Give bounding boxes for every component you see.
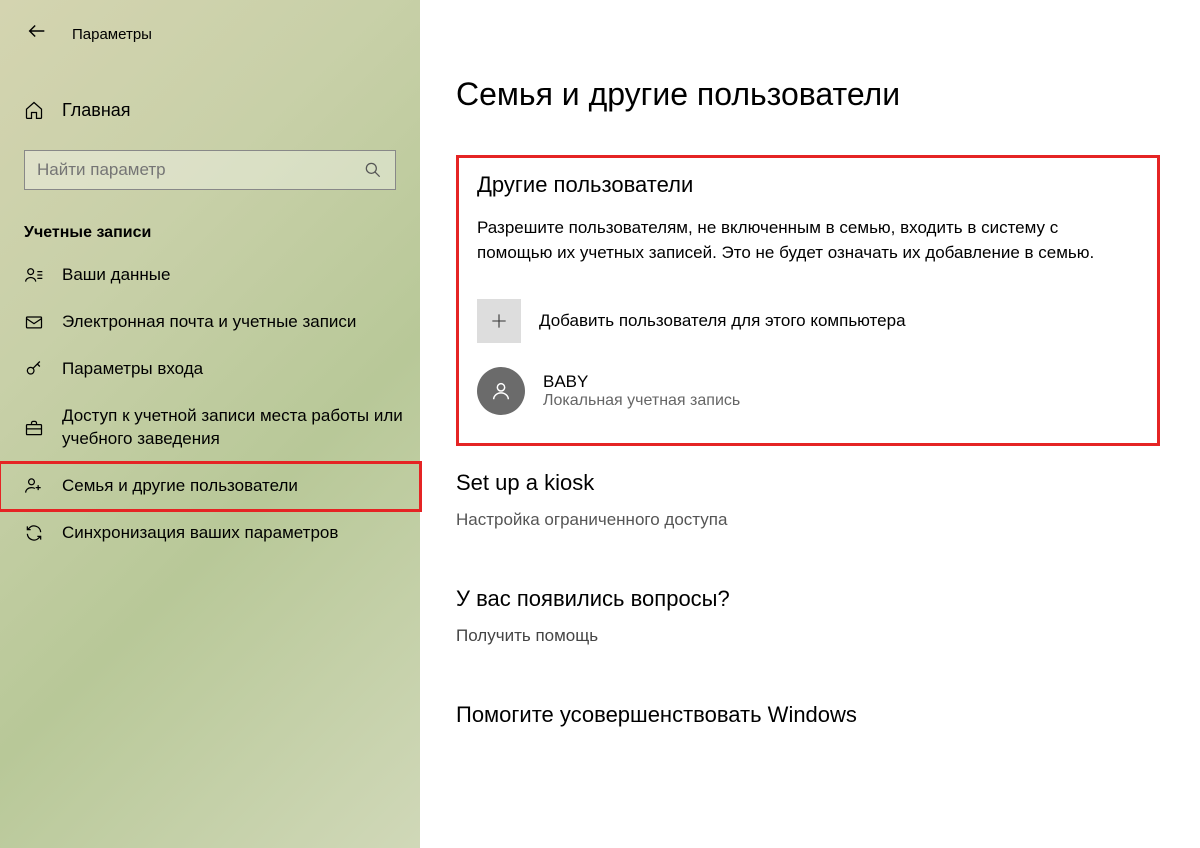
help-section: У вас появились вопросы? Получить помощь (456, 586, 1160, 646)
help-heading: У вас появились вопросы? (456, 586, 1160, 612)
other-users-heading: Другие пользователи (477, 172, 1139, 198)
titlebar: Параметры (0, 14, 420, 54)
sidebar-item-family[interactable]: Семья и другие пользователи (0, 463, 420, 510)
add-user-label: Добавить пользователя для этого компьюте… (539, 311, 906, 331)
page-title: Семья и другие пользователи (456, 76, 1160, 113)
nav-list: Ваши данные Электронная почта и учетные … (0, 252, 420, 557)
search-wrap (24, 150, 396, 190)
feedback-section: Помогите усовершенствовать Windows (456, 702, 1160, 728)
sidebar-item-label: Синхронизация ваших параметров (62, 522, 420, 545)
feedback-heading: Помогите усовершенствовать Windows (456, 702, 1160, 728)
mail-icon (24, 312, 44, 332)
sidebar-item-your-info[interactable]: Ваши данные (0, 252, 420, 299)
sidebar-item-label: Доступ к учетной записи места работы или… (62, 405, 420, 451)
search-icon (363, 160, 383, 180)
sidebar-item-label: Семья и другие пользователи (62, 475, 420, 498)
sidebar-item-work-access[interactable]: Доступ к учетной записи места работы или… (0, 393, 420, 463)
key-icon (24, 359, 44, 379)
sidebar-home[interactable]: Главная (0, 90, 420, 130)
kiosk-section: Set up a kiosk Настройка ограниченного д… (456, 470, 1160, 530)
add-user-button[interactable]: Добавить пользователя для этого компьюте… (477, 299, 1139, 343)
search-input[interactable] (37, 160, 363, 180)
sidebar-section-header: Учетные записи (0, 224, 420, 242)
avatar (477, 367, 525, 415)
sidebar-item-signin-options[interactable]: Параметры входа (0, 346, 420, 393)
app-title: Параметры (72, 26, 152, 43)
kiosk-sub: Настройка ограниченного доступа (456, 510, 1160, 530)
search-box[interactable] (24, 150, 396, 190)
sidebar-item-label: Параметры входа (62, 358, 420, 381)
sidebar-item-label: Ваши данные (62, 264, 420, 287)
user-item[interactable]: BABY Локальная учетная запись (477, 367, 1139, 415)
sidebar-home-label: Главная (62, 100, 131, 121)
get-help-link[interactable]: Получить помощь (456, 626, 1160, 646)
other-users-description: Разрешите пользователям, не включенным в… (477, 216, 1097, 265)
sidebar: Параметры Главная Учетные записи Ваши да… (0, 0, 420, 848)
family-icon (24, 476, 44, 496)
sidebar-item-sync[interactable]: Синхронизация ваших параметров (0, 510, 420, 557)
main-content: Семья и другие пользователи Другие польз… (420, 0, 1200, 848)
other-users-section: Другие пользователи Разрешите пользовате… (456, 155, 1160, 446)
kiosk-heading: Set up a kiosk (456, 470, 1160, 496)
sync-icon (24, 523, 44, 543)
user-text: BABY Локальная учетная запись (543, 372, 740, 410)
back-button[interactable] (26, 20, 48, 48)
plus-icon (477, 299, 521, 343)
user-type: Локальная учетная запись (543, 392, 740, 410)
sidebar-item-email[interactable]: Электронная почта и учетные записи (0, 299, 420, 346)
sidebar-item-label: Электронная почта и учетные записи (62, 311, 420, 334)
home-icon (24, 100, 44, 120)
user-name: BABY (543, 372, 740, 392)
briefcase-icon (24, 418, 44, 438)
your-info-icon (24, 265, 44, 285)
